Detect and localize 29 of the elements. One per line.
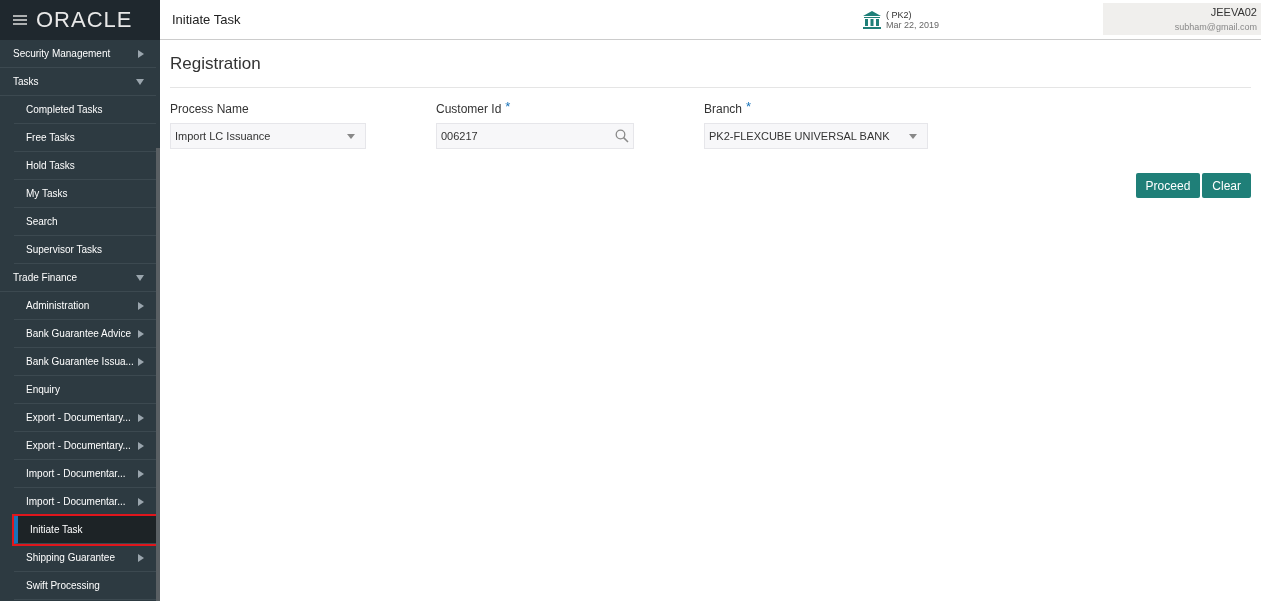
oracle-logo: ORACLE bbox=[36, 9, 133, 31]
menu-icon[interactable] bbox=[13, 15, 27, 25]
required-mark: * bbox=[746, 100, 752, 113]
field-label: Branch bbox=[704, 101, 743, 118]
field-label: Process Name bbox=[170, 101, 249, 118]
sidebar-item[interactable]: Completed Tasks bbox=[14, 96, 156, 124]
proceed-button[interactable]: Proceed bbox=[1135, 173, 1201, 198]
caret-down-icon[interactable] bbox=[909, 133, 917, 139]
field-label: Customer Id bbox=[436, 101, 502, 118]
dropdown-field[interactable]: PK2-FLEXCUBE UNIVERSAL BANK bbox=[704, 123, 928, 149]
sidebar-item[interactable]: Tasks bbox=[0, 68, 156, 96]
sidebar-item[interactable]: Security Management bbox=[0, 40, 156, 68]
sidebar-item[interactable]: Free Tasks bbox=[14, 124, 156, 152]
page-title: Initiate Task bbox=[172, 10, 242, 29]
scrollbar[interactable] bbox=[156, 148, 160, 601]
dropdown-field[interactable]: Import LC Issuance bbox=[170, 123, 366, 149]
header-date: Mar 22, 2019 bbox=[886, 19, 941, 30]
bank-icon bbox=[862, 9, 882, 30]
user-panel[interactable]: JEEVA02 subham@gmail.com bbox=[1103, 3, 1261, 35]
user-email: subham@gmail.com bbox=[1174, 20, 1257, 34]
required-mark: * bbox=[505, 100, 511, 113]
clear-button[interactable]: Clear bbox=[1202, 173, 1251, 198]
user-name: JEEVA02 bbox=[1210, 5, 1257, 20]
sidebar-item[interactable]: Initiate Task bbox=[14, 516, 156, 544]
caret-down-icon[interactable] bbox=[347, 133, 355, 139]
section-title: Registration bbox=[170, 52, 261, 75]
search-field[interactable]: 006217 bbox=[436, 123, 634, 149]
branch-code: ( PK2) bbox=[886, 9, 913, 20]
search-icon[interactable] bbox=[615, 129, 629, 143]
